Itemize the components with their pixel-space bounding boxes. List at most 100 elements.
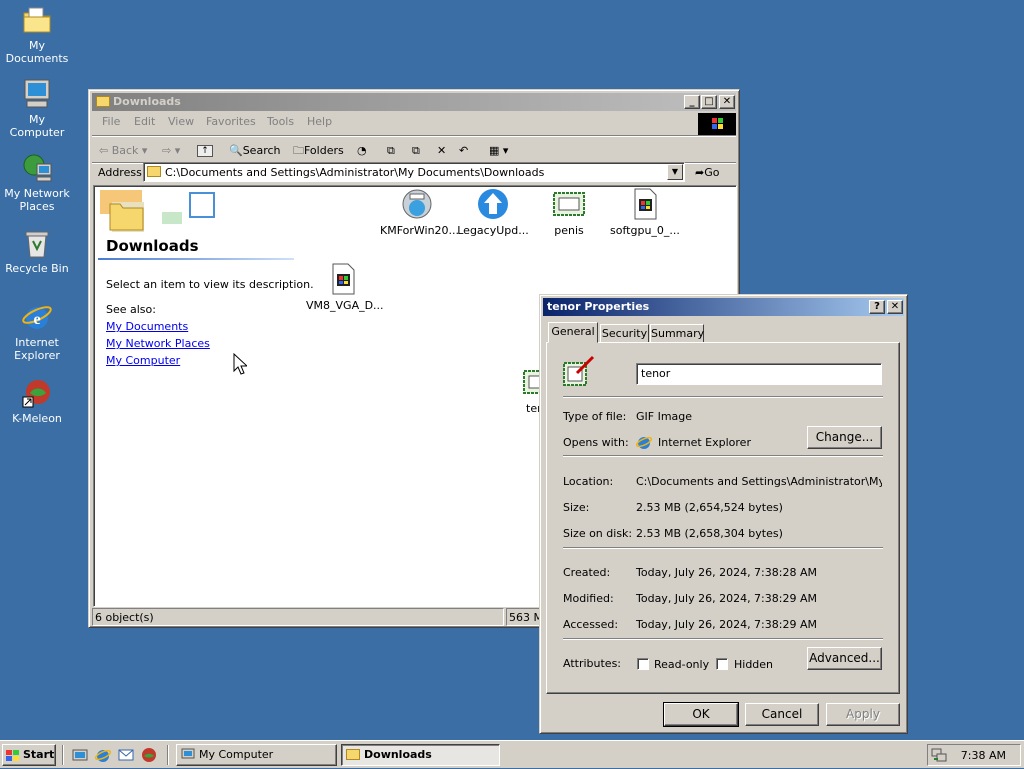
taskbar: Start My Computer Downloads 7:38 AM	[0, 740, 1024, 768]
desktop-icon-my-computer[interactable]: My Computer	[0, 78, 74, 139]
change-button[interactable]: Change...	[807, 426, 882, 449]
hidden-checkbox[interactable]	[716, 658, 728, 670]
link-my-network-places[interactable]: My Network Places	[106, 337, 210, 350]
cancel-button[interactable]: Cancel	[745, 703, 819, 726]
separator	[563, 455, 883, 457]
outlook-express-icon[interactable]	[118, 747, 134, 763]
up-folder-icon: ↑	[197, 145, 213, 157]
history-button[interactable]: ◔	[357, 141, 367, 161]
desktop-icon-recycle-bin[interactable]: Recycle Bin	[0, 227, 74, 275]
start-button[interactable]: Start	[2, 744, 56, 766]
file-item-legacyupdate[interactable]: LegacyUpd...	[456, 188, 530, 237]
advanced-button[interactable]: Advanced...	[807, 647, 882, 670]
properties-titlebar[interactable]: tenor Properties ? ✕	[543, 298, 904, 316]
media-file-icon	[629, 188, 661, 220]
file-item-vm8-vga[interactable]: VM8_VGA_D...	[306, 263, 384, 312]
close-button[interactable]: ✕	[719, 95, 735, 109]
views-button[interactable]: ▦ ▾	[489, 141, 508, 161]
address-field[interactable]: C:\Documents and Settings\Administrator\…	[143, 162, 685, 182]
desktop-icon-label: My Network Places	[4, 187, 70, 213]
address-dropdown-button[interactable]: ▼	[667, 164, 683, 180]
views-icon: ▦	[489, 144, 500, 157]
folders-button[interactable]: 🗀Folders	[293, 141, 344, 161]
created-label: Created:	[563, 566, 611, 579]
tab-summary[interactable]: Summary	[650, 324, 704, 343]
side-heading: Downloads	[106, 237, 199, 255]
up-folder-button[interactable]: ↑	[197, 141, 213, 161]
taskbar-item-downloads[interactable]: Downloads	[341, 744, 500, 766]
menu-edit[interactable]: Edit	[134, 115, 155, 128]
desktop-icon-k-meleon[interactable]: K-Meleon	[0, 377, 74, 425]
link-my-documents[interactable]: My Documents	[106, 320, 188, 333]
system-tray: 7:38 AM	[927, 744, 1021, 766]
separator	[563, 638, 883, 640]
undo-button[interactable]: ↶	[459, 141, 468, 161]
menu-view[interactable]: View	[168, 115, 194, 128]
km-installer-icon	[401, 188, 433, 220]
explorer-titlebar[interactable]: Downloads _ □ ✕	[92, 93, 736, 111]
file-item-kmforwin[interactable]: KMForWin20...	[380, 188, 459, 237]
desktop-icon-label: My Computer	[9, 113, 65, 139]
menu-file[interactable]: File	[102, 115, 120, 128]
menu-help[interactable]: Help	[307, 115, 332, 128]
show-desktop-icon[interactable]	[72, 747, 88, 763]
delete-button[interactable]: ✕	[437, 141, 446, 161]
size-on-disk-label: Size on disk:	[563, 527, 633, 540]
tab-security[interactable]: Security	[600, 324, 649, 343]
ie-icon: e	[21, 301, 53, 333]
network-icon	[21, 152, 53, 184]
address-label: Address	[98, 166, 142, 179]
taskbar-item-my-computer[interactable]: My Computer	[176, 744, 337, 766]
move-to-button[interactable]: ⧉	[387, 141, 395, 161]
general-tab-panel: tenor Type of file: GIF Image Opens with…	[546, 342, 900, 694]
ie-small-icon	[635, 434, 653, 450]
properties-dialog: tenor Properties ? ✕ General Security Su…	[539, 294, 908, 734]
network-tray-icon[interactable]	[931, 747, 947, 763]
address-value: C:\Documents and Settings\Administrator\…	[165, 166, 545, 179]
kmeleon-icon	[21, 377, 53, 409]
file-item-softgpu[interactable]: softgpu_0_...	[608, 188, 682, 237]
kmeleon-quicklaunch-icon[interactable]	[141, 747, 157, 763]
forward-button[interactable]: ⇨ ▾	[162, 141, 180, 161]
type-value: GIF Image	[636, 410, 693, 423]
go-button[interactable]: ➦Go	[695, 166, 719, 179]
ie-quicklaunch-icon[interactable]	[94, 747, 112, 763]
attributes-label: Attributes:	[563, 657, 622, 670]
accessed-value: Today, July 26, 2024, 7:38:29 AM	[636, 618, 817, 631]
close-button[interactable]: ✕	[887, 300, 903, 314]
svg-text:e: e	[33, 311, 40, 328]
copy-to-button[interactable]: ⧉	[412, 141, 420, 161]
desktop-icon-my-documents[interactable]: My Documents	[0, 4, 74, 65]
folder-banner-icon	[98, 188, 218, 236]
clock[interactable]: 7:38 AM	[961, 749, 1006, 762]
minimize-button[interactable]: _	[684, 95, 700, 109]
maximize-button[interactable]: □	[701, 95, 717, 109]
window-title: Downloads	[113, 95, 181, 108]
readonly-checkbox[interactable]	[637, 658, 649, 670]
filename-field[interactable]: tenor	[636, 363, 882, 385]
forward-arrow-icon: ⇨	[162, 144, 172, 157]
ok-button[interactable]: OK	[663, 702, 739, 727]
dialog-title: tenor Properties	[547, 300, 650, 313]
separator	[563, 547, 883, 549]
mouse-cursor-icon	[233, 352, 249, 375]
tab-general[interactable]: General	[548, 322, 598, 343]
link-my-computer[interactable]: My Computer	[106, 354, 180, 367]
opens-with-value: Internet Explorer	[658, 436, 751, 449]
menu-tools[interactable]: Tools	[267, 115, 294, 128]
created-value: Today, July 26, 2024, 7:38:28 AM	[636, 566, 817, 579]
menu-favorites[interactable]: Favorites	[206, 115, 256, 128]
help-button[interactable]: ?	[869, 300, 885, 314]
apply-button[interactable]: Apply	[826, 703, 900, 726]
see-also-label: See also:	[106, 303, 156, 316]
file-item-penis[interactable]: penis	[532, 188, 606, 237]
desktop-icon-internet-explorer[interactable]: e Internet Explorer	[0, 301, 74, 362]
go-arrow-icon: ➦	[695, 166, 705, 179]
computer-small-icon	[181, 748, 195, 762]
search-button[interactable]: 🔍Search	[229, 141, 281, 161]
move-to-icon: ⧉	[387, 144, 395, 157]
back-button[interactable]: ⇦ Back ▾	[99, 141, 147, 161]
desktop-icon-label: My Documents	[5, 39, 69, 65]
folders-icon: 🗀	[293, 144, 304, 157]
desktop-icon-network-places[interactable]: My Network Places	[0, 152, 74, 213]
